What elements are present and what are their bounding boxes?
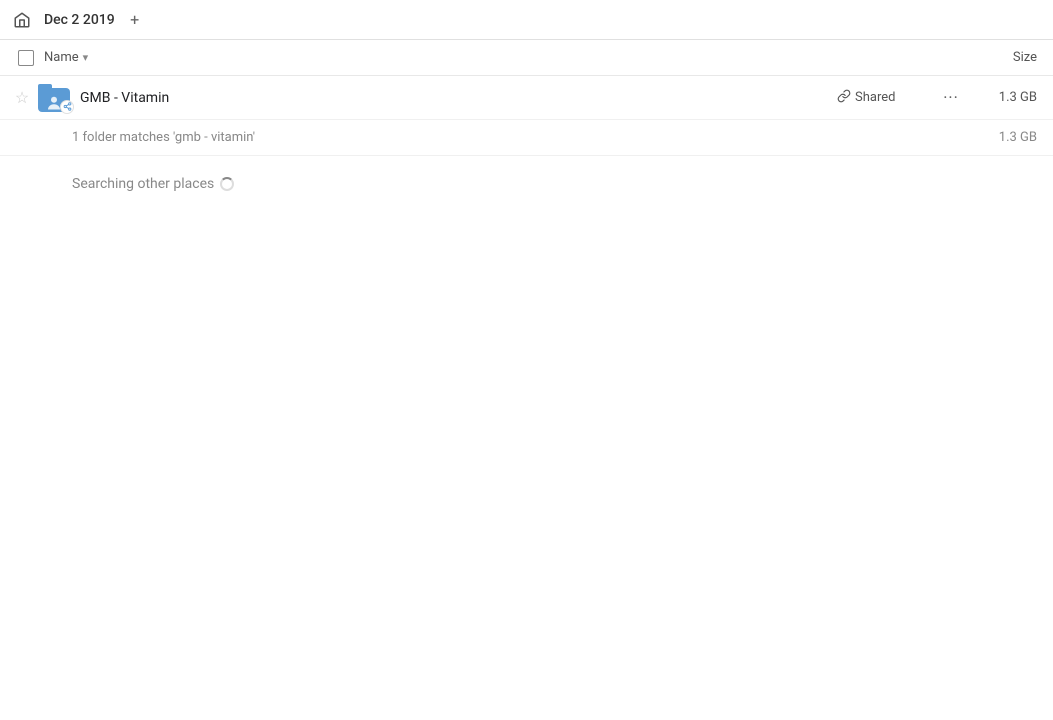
top-bar: Dec 2 2019 + [0,0,1053,40]
searching-label: Searching other places [72,176,1045,192]
column-headers: Name ▾ Size [0,40,1053,76]
more-icon: ··· [943,88,959,107]
folder-icon [36,80,72,116]
more-options-button[interactable]: ··· [937,84,965,112]
breadcrumb: Dec 2 2019 [44,12,115,28]
match-text: 1 folder matches 'gmb - vitamin' [72,130,965,145]
add-tab-button[interactable]: + [123,8,147,32]
checkbox-input[interactable] [18,50,34,66]
searching-section: Searching other places [0,156,1053,200]
home-button[interactable] [8,6,36,34]
name-col-label: Name [44,50,79,65]
file-name: GMB - Vitamin [80,90,837,106]
size-column-header: Size [965,50,1045,65]
link-icon [837,89,851,107]
file-size: 1.3 GB [965,90,1045,105]
match-size: 1.3 GB [965,130,1045,145]
loading-spinner [220,177,234,191]
chevron-down-icon: ▾ [83,51,89,64]
select-all-checkbox[interactable] [8,50,44,66]
match-info-row: 1 folder matches 'gmb - vitamin' 1.3 GB [0,120,1053,156]
shared-label: Shared [855,90,895,105]
searching-text: Searching other places [72,176,214,192]
star-button[interactable]: ☆ [8,84,36,112]
shared-status: Shared [837,89,937,107]
file-row[interactable]: ☆ GMB - Vitamin [0,76,1053,120]
name-column-header[interactable]: Name ▾ [44,50,965,65]
shared-badge-icon [60,100,74,114]
star-icon: ☆ [15,88,29,107]
